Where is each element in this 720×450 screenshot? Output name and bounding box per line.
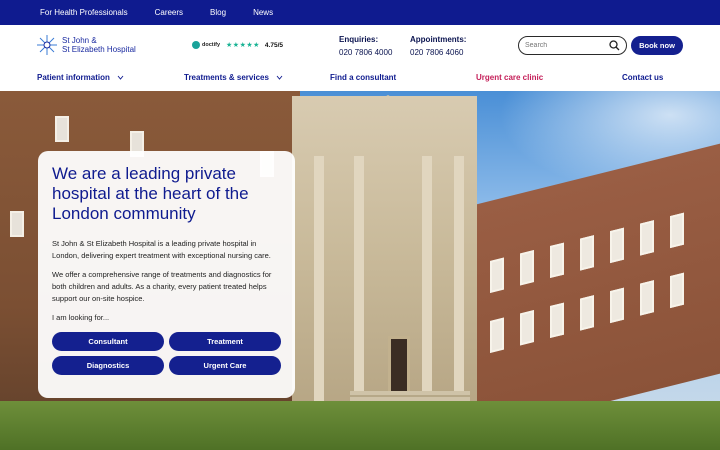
link-news[interactable]: News <box>253 8 273 17</box>
rating-stars-icon: ★★★★★ <box>226 42 260 49</box>
diagnostics-button[interactable]: Diagnostics <box>52 356 164 375</box>
looking-for-label: I am looking for... <box>52 313 110 322</box>
link-health-professionals[interactable]: For Health Professionals <box>40 8 128 17</box>
nav-treatments-services[interactable]: Treatments & services <box>184 73 283 82</box>
link-careers[interactable]: Careers <box>155 8 183 17</box>
appointments-block: Appointments: 020 7806 4060 <box>410 35 467 57</box>
search-input[interactable] <box>525 42 605 49</box>
main-nav: Patient information Treatments & service… <box>0 67 720 91</box>
lawn <box>0 401 720 450</box>
chapel-door <box>388 336 410 394</box>
chapel-building <box>292 96 477 421</box>
book-now-button[interactable]: Book now <box>631 36 683 55</box>
hero-heading: We are a leading private hospital at the… <box>52 164 249 223</box>
doctify-rating[interactable]: doctify ★★★★★ 4.75/5 <box>192 41 283 49</box>
urgent-care-button[interactable]: Urgent Care <box>169 356 281 375</box>
nav-find-consultant[interactable]: Find a consultant <box>330 73 396 82</box>
chevron-down-icon <box>117 75 124 80</box>
treatment-button[interactable]: Treatment <box>169 332 281 351</box>
search-icon[interactable] <box>609 40 620 51</box>
appointments-phone[interactable]: 020 7806 4060 <box>410 48 466 57</box>
hero-description-text: We offer a comprehensive range of treatm… <box>52 270 272 303</box>
nav-contact-us[interactable]: Contact us <box>622 73 663 82</box>
star-logo-icon <box>37 35 57 55</box>
rating-score: 4.75/5 <box>264 41 283 49</box>
doctify-logo-icon <box>192 41 200 49</box>
enquiries-phone[interactable]: 020 7806 4000 <box>339 48 392 57</box>
top-utility-bar: For Health Professionals Careers Blog Ne… <box>0 0 720 25</box>
nav-urgent-care-clinic[interactable]: Urgent care clinic <box>476 73 543 82</box>
chevron-down-icon <box>276 75 283 80</box>
nav-patient-information[interactable]: Patient information <box>37 73 124 82</box>
search-box <box>518 36 627 55</box>
quick-links: Consultant Treatment Diagnostics Urgent … <box>52 332 281 375</box>
hero-card: We are a leading private hospital at the… <box>38 151 295 398</box>
hero-intro-text: St John & St Elizabeth Hospital is a lea… <box>52 239 271 260</box>
hospital-logo[interactable]: St John & St Elizabeth Hospital <box>36 34 136 56</box>
enquiries-block: Enquiries: 020 7806 4000 <box>339 35 393 57</box>
logo-wordmark: St John & St Elizabeth Hospital <box>62 36 136 54</box>
consultant-button[interactable]: Consultant <box>52 332 164 351</box>
link-blog[interactable]: Blog <box>210 8 226 17</box>
